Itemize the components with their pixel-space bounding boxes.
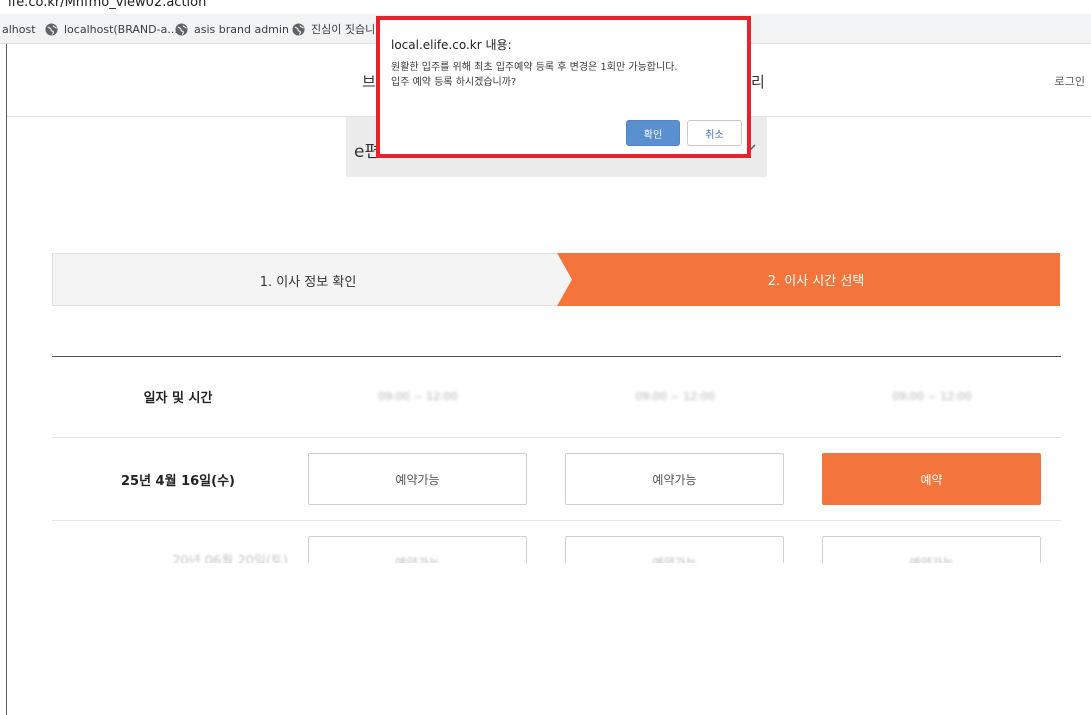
address-url: ife.co.kr/Mnfmo_view02.action <box>8 0 207 10</box>
slot-available-button[interactable]: 예약가능 <box>565 536 784 563</box>
confirm-button[interactable]: 확인 <box>626 120 680 146</box>
bookmark-localhost-partial[interactable]: alhost <box>2 21 36 37</box>
nav-item-right-partial[interactable]: 리 <box>751 71 765 92</box>
time-slot-header: 09:00 ~ 12:00 <box>378 390 458 403</box>
bookmark-label: 진심이 짓습니 <box>311 23 376 36</box>
globe-icon <box>175 22 188 36</box>
login-link[interactable]: 로그인 <box>1055 73 1085 89</box>
bookmark-brand-admin-local[interactable]: localhost(BRAND-a... <box>45 21 178 37</box>
table-top-border <box>52 356 1061 357</box>
alert-message: 원활한 입주를 위해 최초 입주예약 등록 후 변경은 1회만 가능합니다. 입… <box>391 60 678 90</box>
bookmark-label: asis brand admin <box>194 22 289 36</box>
cancel-button[interactable]: 취소 <box>687 120 742 146</box>
row-date: 25년 4월 16일(수) <box>120 474 235 489</box>
slot-label: 예약가능 <box>652 555 697 564</box>
bookmark-jinsim[interactable]: 진심이 짓습니 <box>292 21 375 37</box>
step-2-label: 2. 이사 시간 선택 <box>767 274 865 289</box>
nav-item-left-partial[interactable]: 브 <box>362 71 376 92</box>
bookmark-asis-brand-admin[interactable]: asis brand admin <box>175 21 289 37</box>
slot-reserve-button[interactable]: 예약 <box>822 453 1041 505</box>
row-divider <box>52 437 1061 438</box>
globe-icon <box>45 22 58 36</box>
slot-label: 예약가능 <box>395 555 440 564</box>
table-header-date-time: 일자 및 시간 <box>143 391 213 406</box>
address-bar[interactable]: ife.co.kr/Mnfmo_view02.action <box>0 0 1091 14</box>
bookmark-label: localhost(BRAND-a... <box>64 22 178 36</box>
step-indicator: 1. 이사 정보 확인 2. 이사 시간 선택 <box>52 253 1060 306</box>
slot-available-button[interactable]: 예약가능 <box>308 453 527 505</box>
bookmark-label: alhost <box>2 22 36 36</box>
slot-available-button[interactable]: 예약가능 <box>565 453 784 505</box>
slot-label: 예약가능 <box>909 555 954 564</box>
table-row-clipped: 20년 06월 20일(토) 예약가능 예약가능 예약가능 <box>52 520 1061 563</box>
slot-available-button[interactable]: 예약가능 <box>308 536 527 563</box>
alert-message-line: 입주 예약 등록 하시겠습니까? <box>391 77 517 88</box>
time-slot-header: 09:00 ~ 12:00 <box>892 390 972 403</box>
alert-dialog: local.elife.co.kr 내용: 원활한 입주를 위해 최초 입주예약… <box>376 16 751 158</box>
alert-origin: local.elife.co.kr 내용: <box>391 38 512 52</box>
globe-icon <box>292 22 305 36</box>
alert-message-line: 원활한 입주를 위해 최초 입주예약 등록 후 변경은 1회만 가능합니다. <box>391 62 678 73</box>
slot-available-button[interactable]: 예약가능 <box>822 536 1041 563</box>
time-slot-header: 09:00 ~ 12:00 <box>635 390 715 403</box>
